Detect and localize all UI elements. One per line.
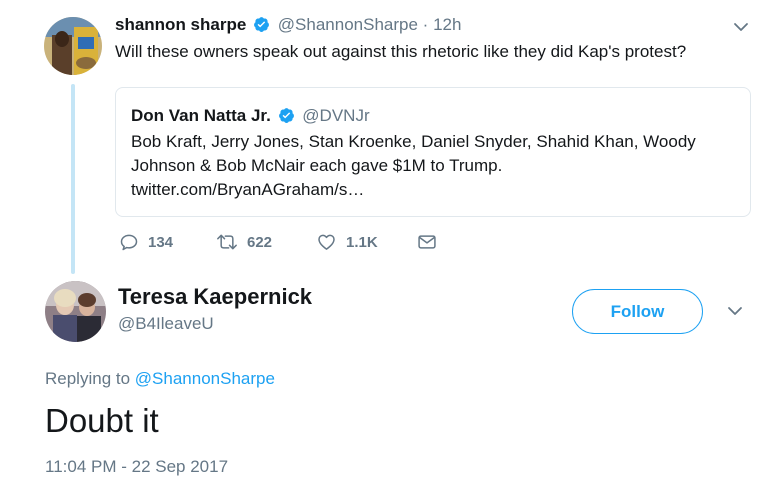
main-tweet-text: Doubt it bbox=[45, 402, 159, 439]
quoted-tweet-line: Johnson & Bob McNair each gave $1M to Tr… bbox=[131, 156, 503, 175]
like-button[interactable]: 1.1K bbox=[316, 232, 378, 252]
retweet-button[interactable]: 622 bbox=[216, 232, 272, 252]
quoted-tweet-header: Don Van Natta Jr. @DVNJr bbox=[131, 105, 370, 130]
thread-connector-line bbox=[71, 84, 75, 274]
avatar[interactable] bbox=[45, 281, 106, 342]
heart-icon bbox=[316, 232, 337, 252]
reply-button[interactable]: 134 bbox=[119, 232, 173, 252]
chevron-down-icon[interactable] bbox=[727, 303, 743, 319]
verified-badge-icon bbox=[278, 107, 295, 130]
quoted-tweet-card[interactable]: Don Van Natta Jr. @DVNJr Bob Kraft, Jerr… bbox=[115, 87, 751, 217]
envelope-icon bbox=[417, 232, 437, 252]
quoted-tweet-line: Bob Kraft, Jerry Jones, Stan Kroenke, Da… bbox=[131, 132, 696, 151]
retweet-count: 622 bbox=[247, 233, 273, 251]
quoted-tweet-link[interactable]: twitter.com/BryanAGraham/s… bbox=[131, 178, 741, 202]
verified-badge-icon bbox=[253, 16, 270, 39]
separator-dot: · bbox=[422, 15, 429, 34]
follow-button[interactable]: Follow bbox=[572, 289, 703, 334]
replying-to-line: Replying to @ShannonSharpe bbox=[45, 368, 275, 390]
quoted-tweet-text: Bob Kraft, Jerry Jones, Stan Kroenke, Da… bbox=[131, 130, 741, 202]
quoted-tweet-author-name: Don Van Natta Jr. bbox=[131, 106, 271, 125]
replying-to-label: Replying to bbox=[45, 369, 131, 388]
original-tweet-text: Will these owners speak out against this… bbox=[115, 42, 687, 61]
original-tweet-author-name[interactable]: shannon sharpe bbox=[115, 15, 246, 34]
reply-icon bbox=[119, 232, 139, 252]
main-tweet-author-handle[interactable]: @B4IleaveU bbox=[118, 313, 214, 335]
quoted-tweet-author-handle: @DVNJr bbox=[302, 106, 370, 125]
reply-count: 134 bbox=[148, 233, 174, 251]
main-tweet-author-name[interactable]: Teresa Kaepernick bbox=[118, 283, 312, 311]
like-count: 1.1K bbox=[346, 233, 378, 251]
original-tweet-author-handle[interactable]: @ShannonSharpe bbox=[278, 15, 418, 34]
original-tweet-header: shannon sharpe @ShannonSharpe · 12h bbox=[115, 14, 461, 39]
chevron-down-icon[interactable] bbox=[733, 19, 749, 35]
tweet-timestamp[interactable]: 11:04 PM - 22 Sep 2017 bbox=[45, 456, 228, 478]
replying-to-link[interactable]: @ShannonSharpe bbox=[135, 369, 275, 388]
direct-message-button[interactable] bbox=[417, 232, 437, 252]
original-tweet-time[interactable]: 12h bbox=[433, 15, 461, 34]
avatar[interactable] bbox=[44, 17, 102, 75]
retweet-icon bbox=[216, 232, 238, 252]
